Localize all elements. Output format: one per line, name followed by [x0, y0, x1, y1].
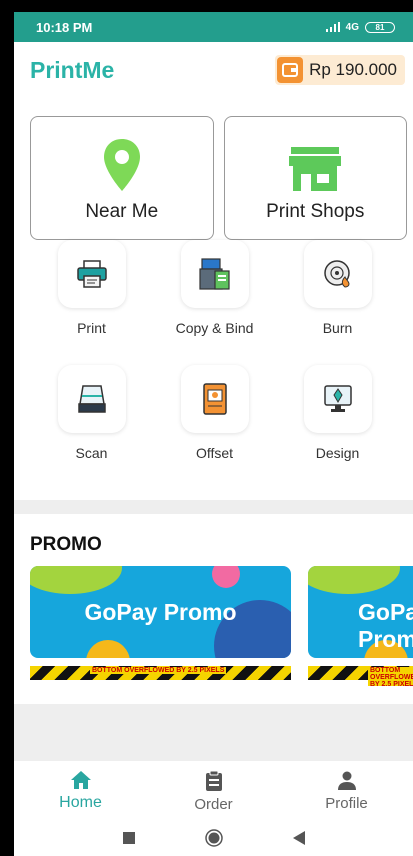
printer-icon	[76, 260, 107, 288]
battery-icon: 81	[365, 21, 395, 33]
service-label: Copy & Bind	[175, 320, 254, 336]
balance-amount: Rp 190.000	[309, 60, 397, 79]
wallet-balance[interactable]: Rp 190.000	[275, 55, 405, 85]
service-print[interactable]: Print	[30, 240, 153, 365]
promo-card[interactable]: GoPay Promo	[30, 566, 291, 658]
service-tile	[303, 365, 372, 433]
service-scan[interactable]: Scan	[30, 365, 153, 490]
app-title: PrintMe	[30, 56, 115, 83]
app-bar: PrintMe Rp 190.000	[14, 42, 413, 98]
home-button-icon[interactable]	[204, 829, 223, 847]
overflow-warning-stripe: BOTTOM OVERFLOWED BY 2.5 PIXELS	[308, 666, 413, 686]
clipboard-icon	[205, 770, 222, 791]
overflow-warning-text: BOTTOM OVERFLOWED BY 2.5 PIXELS	[90, 667, 227, 674]
wallet-icon	[277, 57, 304, 83]
print-shops-card[interactable]: Print Shops	[223, 116, 407, 240]
nav-profile[interactable]: Profile	[280, 761, 413, 821]
service-tile	[57, 365, 126, 433]
phone-screen: 10:18 PM 4G 81 PrintMe Rp 190.000 Near M…	[14, 12, 413, 856]
battery-level: 81	[375, 22, 385, 32]
service-offset[interactable]: Offset	[153, 365, 276, 490]
service-label: Scan	[75, 445, 108, 461]
service-tile	[57, 240, 126, 308]
service-label: Print	[77, 320, 106, 336]
service-copy-bind[interactable]: Copy & Bind	[153, 240, 276, 365]
home-icon	[70, 771, 91, 789]
book-icon	[202, 383, 227, 415]
copier-icon	[198, 258, 230, 290]
status-time: 10:18 PM	[36, 19, 93, 35]
near-me-label: Near Me	[85, 201, 159, 222]
location-pin-icon	[103, 139, 140, 191]
service-tile	[180, 240, 249, 308]
promo-card[interactable]: GoPay Promo	[308, 566, 413, 658]
recent-apps-icon[interactable]	[122, 832, 135, 844]
overflow-warning-stripe: BOTTOM OVERFLOWED BY 2.5 PIXELS	[30, 666, 291, 680]
network-type: 4G	[345, 21, 359, 33]
status-bar: 10:18 PM 4G 81	[14, 12, 413, 42]
nav-order-label: Order	[194, 795, 233, 813]
promo-card-title: GoPay Promo	[358, 599, 413, 652]
nav-home[interactable]: Home	[14, 761, 147, 821]
service-grid: Print Copy & Bind Burn Scan Offset Desig…	[14, 240, 413, 490]
service-label: Burn	[322, 320, 353, 336]
section-divider	[14, 500, 413, 514]
nav-home-label: Home	[59, 794, 102, 811]
person-icon	[337, 771, 356, 790]
promo-heading: PROMO	[30, 534, 102, 555]
bottom-navigation: Home Order Profile	[14, 760, 413, 821]
primary-actions: Near Me Print Shops	[14, 98, 413, 240]
service-burn[interactable]: Burn	[276, 240, 399, 365]
near-me-card[interactable]: Near Me	[30, 116, 214, 240]
design-monitor-icon	[323, 385, 352, 412]
service-tile	[303, 240, 372, 308]
nav-profile-label: Profile	[325, 794, 368, 812]
storefront-icon	[289, 147, 342, 191]
print-shops-label: Print Shops	[266, 201, 365, 222]
service-label: Offset	[195, 445, 234, 461]
status-indicators: 4G 81	[325, 21, 395, 33]
scanner-icon	[77, 385, 106, 413]
service-label: Design	[315, 445, 360, 461]
system-navigation-bar	[14, 820, 413, 856]
service-tile	[180, 365, 249, 433]
signal-icon	[325, 22, 340, 32]
service-design[interactable]: Design	[276, 365, 399, 490]
disc-burn-icon	[323, 260, 350, 288]
promo-card-title: GoPay Promo	[84, 599, 237, 625]
promo-carousel[interactable]: GoPay Promo 10% Cashback BOTTOM OVERFLOW…	[14, 566, 413, 686]
nav-order[interactable]: Order	[147, 761, 280, 821]
overflow-warning-text: BOTTOM OVERFLOWED BY 2.5 PIXELS	[368, 667, 413, 686]
back-icon[interactable]	[292, 831, 305, 845]
